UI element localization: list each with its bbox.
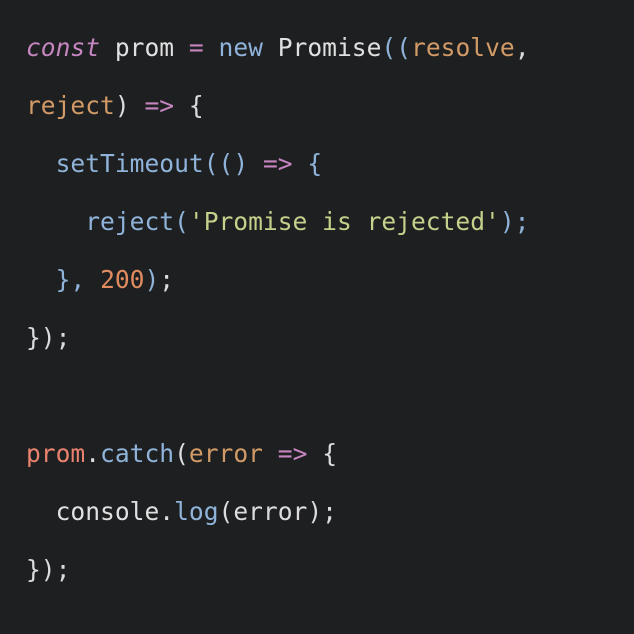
close-paren: ): [144, 265, 160, 294]
code-line-2: reject) => {: [26, 88, 204, 124]
code-line-8: console.log(error);: [26, 494, 337, 530]
code-editor: const prom = new Promise((resolve, rejec…: [0, 0, 634, 634]
string-literal: 'Promise is rejected': [188, 207, 500, 236]
open-paren: (: [174, 439, 189, 468]
variable-prom: prom: [26, 439, 86, 468]
param-reject: reject: [26, 91, 115, 120]
code-line-9: });: [26, 552, 70, 588]
assign-operator: =: [174, 33, 219, 62]
code-line-6: });: [26, 320, 70, 356]
parens: ((): [203, 149, 249, 178]
closing-punctuation: });: [26, 555, 71, 584]
open-paren: (: [174, 207, 189, 236]
code-line-5: }, 200);: [26, 262, 174, 298]
close-brace-comma: },: [55, 265, 86, 294]
identifier-prom: prom: [114, 33, 175, 62]
code-line-4: reject('Promise is rejected');: [26, 204, 529, 240]
close-paren-semicolon: );: [499, 207, 530, 236]
close-paren: ): [114, 91, 145, 120]
code-line-7: prom.catch(error => {: [26, 436, 337, 472]
semicolon: ;: [159, 265, 175, 294]
class-promise: Promise: [277, 33, 382, 62]
dot: .: [85, 439, 101, 468]
param-error: error: [188, 439, 263, 468]
function-reject: reject: [85, 207, 175, 236]
arrow-operator: =>: [144, 91, 175, 120]
object-console: console: [55, 497, 160, 526]
open-parens: ((: [381, 33, 412, 62]
dot: .: [159, 497, 175, 526]
open-brace: {: [292, 149, 323, 178]
arrow-operator: =>: [277, 439, 308, 468]
comma: ,: [514, 33, 530, 62]
method-catch: catch: [100, 439, 175, 468]
code-line-3: setTimeout(() => {: [26, 146, 323, 182]
arrow-operator: =>: [262, 149, 293, 178]
keyword-const: const: [26, 33, 101, 62]
param-resolve: resolve: [411, 33, 515, 62]
open-brace: {: [174, 91, 204, 120]
function-settimeout: setTimeout: [55, 149, 204, 178]
code-line-1: const prom = new Promise((resolve,: [26, 30, 530, 66]
open-brace: {: [307, 439, 338, 468]
keyword-new: new: [218, 33, 263, 62]
number-literal: 200: [100, 265, 145, 294]
call-arguments: (error);: [218, 497, 337, 526]
closing-punctuation: });: [26, 323, 71, 352]
method-log: log: [174, 497, 219, 526]
